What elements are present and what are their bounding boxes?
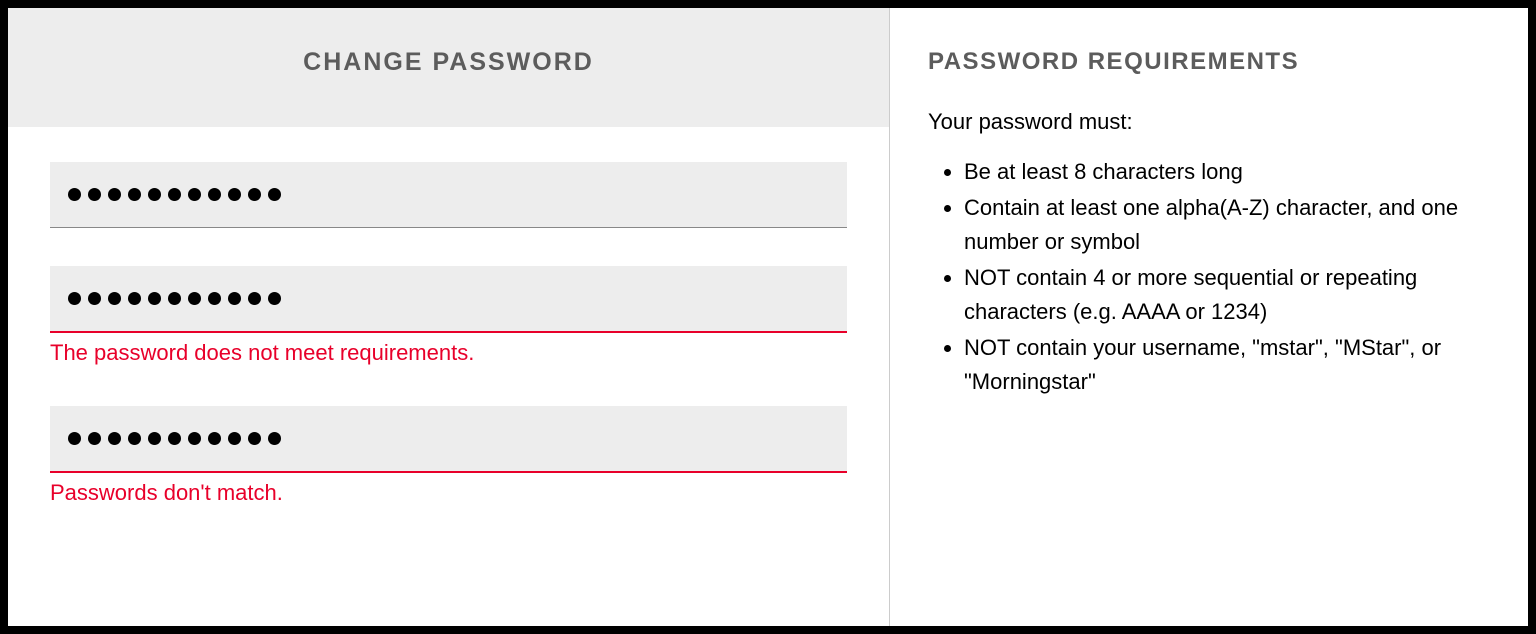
requirements-list: Be at least 8 characters longContain at … xyxy=(928,155,1490,400)
list-item: Be at least 8 characters long xyxy=(964,155,1490,189)
change-password-section: CHANGE PASSWORD The password does not me… xyxy=(8,8,890,626)
list-item: Contain at least one alpha(A-Z) characte… xyxy=(964,191,1490,259)
password-form: The password does not meet requirements.… xyxy=(8,127,889,565)
password-requirements-section: PASSWORD REQUIREMENTS Your password must… xyxy=(890,8,1528,626)
current-password-group xyxy=(50,162,847,228)
current-password-input[interactable] xyxy=(50,162,847,228)
requirements-title: PASSWORD REQUIREMENTS xyxy=(928,48,1490,76)
list-item: NOT contain 4 or more sequential or repe… xyxy=(964,261,1490,329)
confirm-password-input[interactable] xyxy=(50,406,847,473)
password-mask-icon xyxy=(68,188,829,201)
new-password-input[interactable] xyxy=(50,266,847,333)
change-password-title: CHANGE PASSWORD xyxy=(28,48,869,77)
list-item: NOT contain your username, "mstar", "MSt… xyxy=(964,331,1490,399)
password-mask-icon xyxy=(68,432,829,445)
requirements-intro: Your password must: xyxy=(928,108,1490,137)
new-password-error: The password does not meet requirements. xyxy=(50,339,847,368)
confirm-password-error: Passwords don't match. xyxy=(50,479,847,508)
password-change-panel: CHANGE PASSWORD The password does not me… xyxy=(0,0,1536,634)
new-password-group: The password does not meet requirements. xyxy=(50,266,847,368)
confirm-password-group: Passwords don't match. xyxy=(50,406,847,508)
change-password-header: CHANGE PASSWORD xyxy=(8,8,889,127)
password-mask-icon xyxy=(68,292,829,305)
